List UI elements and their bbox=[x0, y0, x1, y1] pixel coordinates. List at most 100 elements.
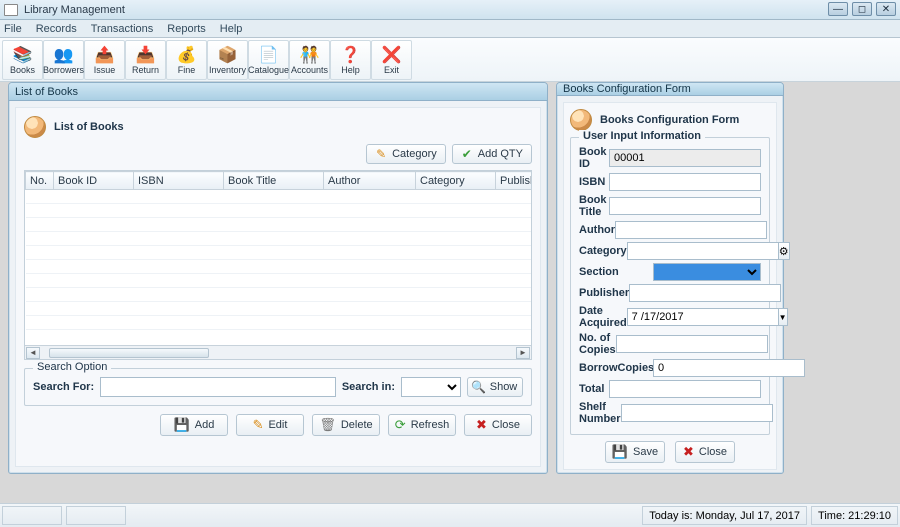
borrow-label: BorrowCopies bbox=[579, 362, 653, 374]
toolbar-accounts[interactable]: 🧑‍🤝‍🧑Accounts bbox=[289, 40, 330, 80]
refresh-button[interactable]: ⟳Refresh bbox=[388, 414, 456, 436]
grid-hscrollbar[interactable]: ◄ ► bbox=[25, 345, 531, 359]
col-no[interactable]: No. bbox=[26, 172, 54, 190]
category-button[interactable]: ✎Category bbox=[366, 144, 446, 164]
scroll-thumb[interactable] bbox=[49, 348, 209, 358]
status-cell-1 bbox=[2, 506, 62, 525]
trash-icon: 🗑 bbox=[319, 417, 336, 433]
search-icon: 🔍 bbox=[473, 381, 485, 393]
publisher-input[interactable] bbox=[629, 284, 781, 302]
add-qty-button[interactable]: ✔Add QTY bbox=[452, 144, 532, 164]
scroll-left-icon[interactable]: ◄ bbox=[26, 347, 40, 359]
total-label: Total bbox=[579, 383, 609, 395]
menu-records[interactable]: Records bbox=[36, 23, 77, 35]
close-icon: ✖ bbox=[476, 417, 487, 433]
toolbar-exit[interactable]: ❌Exit bbox=[371, 40, 412, 80]
toolbar-return[interactable]: 📥Return bbox=[125, 40, 166, 80]
form-close-button[interactable]: ✖Close bbox=[675, 441, 735, 463]
save-button[interactable]: 💾Save bbox=[605, 441, 665, 463]
isbn-label: ISBN bbox=[579, 176, 609, 188]
toolbar-catalogue[interactable]: 📄Catalogue bbox=[248, 40, 289, 80]
search-for-label: Search For: bbox=[33, 381, 94, 393]
toolbar-borrowers[interactable]: 👥Borrowers bbox=[43, 40, 84, 80]
fine-icon: 💰 bbox=[177, 46, 197, 64]
close-button[interactable]: ✖Close bbox=[464, 414, 532, 436]
add-button[interactable]: 💾Add bbox=[160, 414, 228, 436]
delete-button[interactable]: 🗑Delete bbox=[312, 414, 380, 436]
search-option-legend: Search Option bbox=[33, 361, 111, 373]
books-avatar-icon bbox=[24, 116, 46, 138]
edit-button[interactable]: ✎Edit bbox=[236, 414, 304, 436]
search-in-label: Search in: bbox=[342, 381, 395, 393]
toolbar-help[interactable]: ❓Help bbox=[330, 40, 371, 80]
books-grid[interactable]: No. Book ID ISBN Book Title Author Categ… bbox=[24, 170, 532, 360]
category-input[interactable] bbox=[627, 242, 779, 260]
toolbar-books[interactable]: 📚Books bbox=[2, 40, 43, 80]
bookid-label: Book ID bbox=[579, 146, 609, 170]
pencil-icon: ✎ bbox=[375, 148, 387, 160]
search-in-select[interactable] bbox=[401, 377, 461, 397]
col-publisher[interactable]: Publisher bbox=[496, 172, 533, 190]
menu-reports[interactable]: Reports bbox=[167, 23, 206, 35]
borrowers-icon: 👥 bbox=[54, 46, 74, 64]
search-for-input[interactable] bbox=[100, 377, 336, 397]
col-bookid[interactable]: Book ID bbox=[54, 172, 134, 190]
app-icon bbox=[4, 4, 18, 16]
col-category[interactable]: Category bbox=[416, 172, 496, 190]
statusbar: Today is: Monday, Jul 17, 2017 Time: 21:… bbox=[0, 503, 900, 527]
books-config-title: Books Configuration Form bbox=[557, 83, 783, 96]
shelf-label: Shelf Number bbox=[579, 401, 621, 425]
status-time: Time: 21:29:10 bbox=[811, 506, 898, 525]
date-label: Date Acquired bbox=[579, 305, 627, 329]
menu-transactions[interactable]: Transactions bbox=[91, 23, 154, 35]
form-close-icon: ✖ bbox=[683, 444, 694, 460]
books-config-header: Books Configuration Form bbox=[600, 114, 739, 126]
isbn-input[interactable] bbox=[609, 173, 761, 191]
borrow-input[interactable] bbox=[653, 359, 805, 377]
author-input[interactable] bbox=[615, 221, 767, 239]
issue-icon: 📤 bbox=[95, 46, 115, 64]
catalogue-icon: 📄 bbox=[259, 46, 279, 64]
search-option-group: Search Option Search For: Search in: 🔍Sh… bbox=[24, 368, 532, 406]
user-input-legend: User Input Information bbox=[579, 130, 705, 142]
list-of-books-title: List of Books bbox=[9, 83, 547, 101]
list-of-books-window: List of Books List of Books ✎Category ✔A… bbox=[8, 82, 548, 474]
date-input[interactable] bbox=[627, 308, 779, 326]
toolbar-issue[interactable]: 📤Issue bbox=[84, 40, 125, 80]
section-label: Section bbox=[579, 266, 653, 278]
copies-input[interactable] bbox=[616, 335, 768, 353]
show-button[interactable]: 🔍Show bbox=[467, 377, 523, 397]
close-window-button[interactable]: ✕ bbox=[876, 2, 896, 16]
bookid-input[interactable] bbox=[609, 149, 761, 167]
title-input[interactable] bbox=[609, 197, 761, 215]
title-label: Book Title bbox=[579, 194, 609, 218]
publisher-label: Publisher bbox=[579, 287, 629, 299]
section-select[interactable] bbox=[653, 263, 761, 281]
category-lookup-icon[interactable]: ⚙ bbox=[779, 242, 790, 260]
col-title[interactable]: Book Title bbox=[224, 172, 324, 190]
save-disk-icon: 💾 bbox=[174, 417, 190, 433]
exit-icon: ❌ bbox=[382, 46, 402, 64]
category-label: Category bbox=[579, 245, 627, 257]
col-author[interactable]: Author bbox=[324, 172, 416, 190]
edit-pencil-icon: ✎ bbox=[253, 417, 264, 433]
shelf-input[interactable] bbox=[621, 404, 773, 422]
author-label: Author bbox=[579, 224, 615, 236]
books-icon: 📚 bbox=[13, 46, 33, 64]
window-title: Library Management bbox=[24, 4, 125, 16]
toolbar: 📚Books 👥Borrowers 📤Issue 📥Return 💰Fine 📦… bbox=[0, 38, 900, 82]
help-icon: ❓ bbox=[341, 46, 361, 64]
toolbar-inventory[interactable]: 📦Inventory bbox=[207, 40, 248, 80]
toolbar-fine[interactable]: 💰Fine bbox=[166, 40, 207, 80]
menu-help[interactable]: Help bbox=[220, 23, 243, 35]
total-input[interactable] bbox=[609, 380, 761, 398]
books-config-window: Books Configuration Form Books Configura… bbox=[556, 82, 784, 474]
accounts-icon: 🧑‍🤝‍🧑 bbox=[300, 46, 320, 64]
menu-file[interactable]: File bbox=[4, 23, 22, 35]
inventory-icon: 📦 bbox=[218, 46, 238, 64]
minimize-button[interactable]: — bbox=[828, 2, 848, 16]
scroll-right-icon[interactable]: ► bbox=[516, 347, 530, 359]
date-dropdown-icon[interactable]: ▼ bbox=[779, 308, 788, 326]
maximize-button[interactable]: ◻ bbox=[852, 2, 872, 16]
col-isbn[interactable]: ISBN bbox=[134, 172, 224, 190]
